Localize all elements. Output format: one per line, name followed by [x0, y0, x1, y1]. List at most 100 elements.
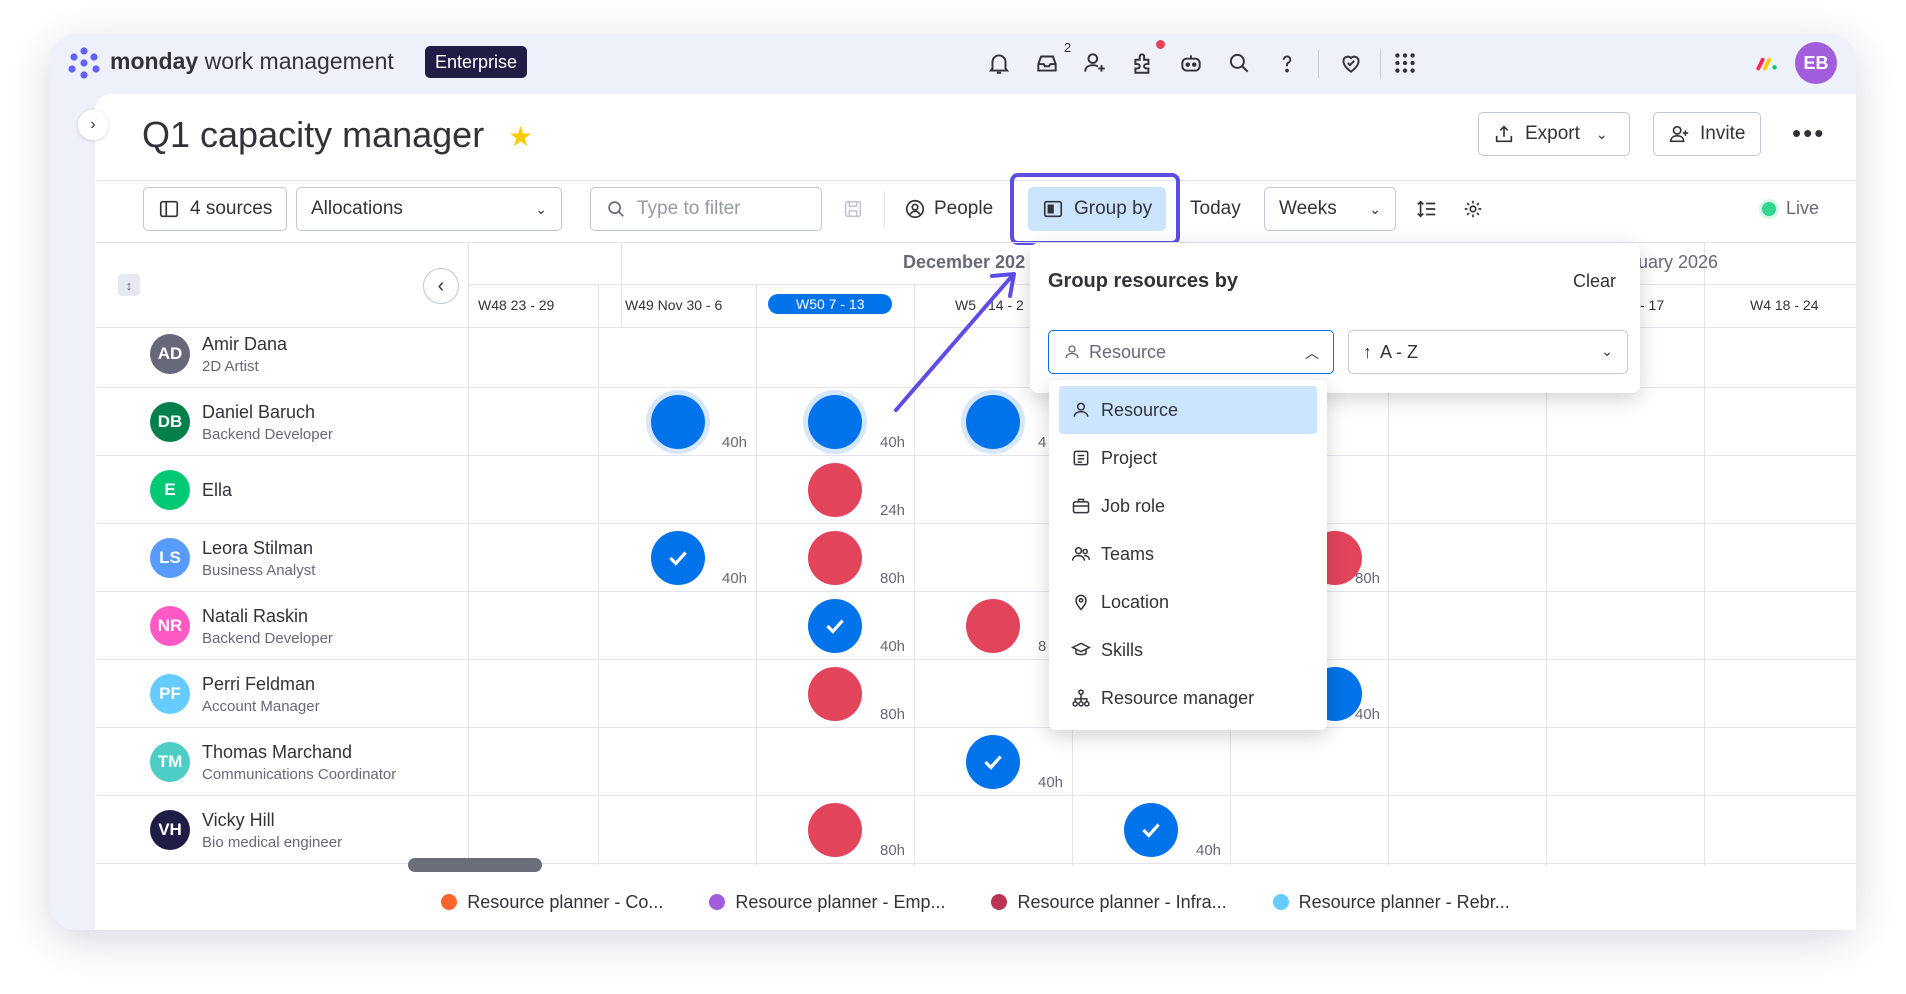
invite-members-icon[interactable] — [1078, 46, 1112, 80]
legend-item[interactable]: Resource planner - Infra... — [991, 892, 1227, 913]
search-icon[interactable] — [1222, 46, 1256, 80]
favorite-star-icon[interactable]: ★ — [508, 120, 533, 153]
week-label: 14 - 2 — [988, 297, 1024, 313]
person-row[interactable]: PF Perri Feldman Account Manager — [150, 674, 320, 715]
filter-placeholder: Type to filter — [637, 198, 741, 219]
option-resource[interactable]: Resource — [1059, 386, 1317, 434]
legend-dot — [709, 894, 726, 910]
expand-sidebar-button[interactable]: › — [78, 110, 108, 140]
person-name: Daniel Baruch — [202, 401, 316, 422]
option-label: Resource — [1101, 399, 1179, 420]
clear-button[interactable]: Clear — [1573, 271, 1616, 292]
allocation-bubble[interactable] — [966, 395, 1020, 449]
legend-item[interactable]: Resource planner - Rebr... — [1272, 892, 1510, 913]
check-icon — [669, 551, 687, 566]
allocation-bubble[interactable] — [651, 395, 705, 449]
allocation-bubble[interactable] — [808, 803, 862, 857]
legend-item[interactable]: Resource planner - Emp... — [709, 892, 945, 913]
option-job-role[interactable]: Job role — [1059, 482, 1317, 530]
plan-badge: Enterprise — [425, 46, 528, 78]
allocation-bubble-complete[interactable] — [966, 735, 1020, 789]
export-button[interactable]: Export ⌄ — [1478, 112, 1630, 156]
location-pin-icon — [1075, 594, 1087, 611]
sidebar-panel-icon — [159, 200, 179, 218]
monday-product-icon[interactable] — [1750, 46, 1784, 80]
chevron-down-icon: ⌄ — [1601, 343, 1613, 359]
ai-bot-icon[interactable] — [1174, 46, 1208, 80]
view-select[interactable]: Allocations ⌄ — [296, 187, 562, 231]
allocation-bubble-complete[interactable] — [651, 531, 705, 585]
today-button[interactable]: Today — [1190, 198, 1241, 220]
sort-icon[interactable]: ↕ — [118, 274, 140, 296]
option-skills[interactable]: Skills — [1059, 626, 1317, 674]
person-row[interactable]: LS Leora Stilman Business Analyst — [150, 538, 315, 579]
person-row[interactable]: TM Thomas Marchand Communications Coordin… — [150, 742, 397, 783]
user-avatar[interactable]: EB — [1795, 42, 1837, 84]
allocation-hours: 40h — [1355, 706, 1381, 723]
time-scale-select[interactable]: Weeks ⌄ — [1264, 187, 1396, 231]
option-project[interactable]: Project — [1059, 434, 1317, 482]
export-label: Export — [1525, 123, 1580, 144]
filter-input[interactable]: Type to filter — [590, 187, 822, 231]
person-name: Natali Raskin — [202, 605, 309, 626]
divider — [914, 284, 915, 866]
chevron-down-icon: ⌄ — [1369, 200, 1381, 217]
divider — [96, 727, 1856, 728]
more-options-icon[interactable]: ••• — [1792, 118, 1825, 149]
allocation-bubble[interactable] — [808, 531, 862, 585]
legend-dot — [441, 894, 458, 910]
allocation-bubble[interactable] — [808, 463, 862, 517]
legend-dot — [991, 894, 1008, 910]
allocation-bubble[interactable] — [966, 599, 1020, 653]
app-grid-icon[interactable] — [1388, 46, 1422, 80]
person-row[interactable]: NR Natali Raskin Backend Developer — [150, 605, 333, 647]
person-row[interactable]: DB Daniel Baruch Backend Developer — [150, 401, 333, 443]
current-week-label[interactable]: W50 7 - 13 — [768, 294, 893, 314]
divider — [96, 795, 1856, 796]
person-row[interactable]: E Ella — [150, 470, 232, 510]
allocation-bubble[interactable] — [808, 395, 862, 449]
group-by-select[interactable]: Resource ︿ — [1048, 330, 1334, 374]
avatar: TM — [150, 742, 190, 782]
allocation-bubble-complete[interactable] — [808, 599, 862, 653]
save-view-icon[interactable] — [842, 198, 864, 220]
divider — [1318, 50, 1319, 78]
bell-icon[interactable] — [982, 46, 1016, 80]
people-button[interactable]: People — [904, 198, 993, 220]
legend-label: Resource planner - Co... — [467, 891, 664, 912]
monday-logo-icon[interactable] — [64, 43, 104, 83]
help-icon[interactable] — [1270, 46, 1304, 80]
collapse-timeline-button[interactable]: ‹ — [423, 268, 459, 304]
sources-button[interactable]: 4 sources — [143, 187, 287, 231]
heart-icon[interactable] — [1334, 46, 1368, 80]
check-icon — [1142, 823, 1160, 838]
briefcase-icon — [1072, 498, 1090, 514]
invite-button[interactable]: Invite — [1653, 112, 1761, 156]
option-location[interactable]: Location — [1059, 578, 1317, 626]
divider — [96, 180, 1856, 181]
highlight-frame — [1010, 173, 1180, 245]
live-label: Live — [1786, 198, 1820, 218]
horizontal-scrollbar[interactable] — [408, 858, 542, 872]
row-height-icon[interactable] — [1416, 198, 1438, 220]
option-resource-manager[interactable]: Resource manager — [1059, 674, 1317, 722]
divider — [96, 455, 1856, 456]
settings-gear-icon[interactable] — [1462, 198, 1484, 220]
person-row[interactable]: VH Vicky Hill Bio medical engineer — [150, 810, 342, 851]
sort-order-select[interactable]: ↑ A - Z ⌄ — [1348, 330, 1628, 374]
divider — [96, 591, 1856, 592]
allocation-hours: 80h — [1355, 570, 1381, 587]
team-icon — [1071, 547, 1091, 561]
person-row[interactable]: AD Amir Dana 2D Artist — [150, 334, 287, 375]
live-dot — [1762, 201, 1776, 216]
person-role: Account Manager — [202, 697, 320, 715]
divider — [1704, 242, 1705, 866]
person-role: Communications Coordinator — [202, 765, 397, 783]
legend-item[interactable]: Resource planner - Co... — [441, 892, 663, 913]
allocation-bubble-complete[interactable] — [1124, 803, 1178, 857]
apps-icon[interactable] — [1126, 46, 1160, 80]
option-teams[interactable]: Teams — [1059, 530, 1317, 578]
inbox-icon[interactable] — [1030, 46, 1064, 80]
allocation-bubble[interactable] — [808, 667, 862, 721]
group-by-panel: Group resources by Clear Resource ︿ ↑ A … — [1030, 243, 1640, 393]
